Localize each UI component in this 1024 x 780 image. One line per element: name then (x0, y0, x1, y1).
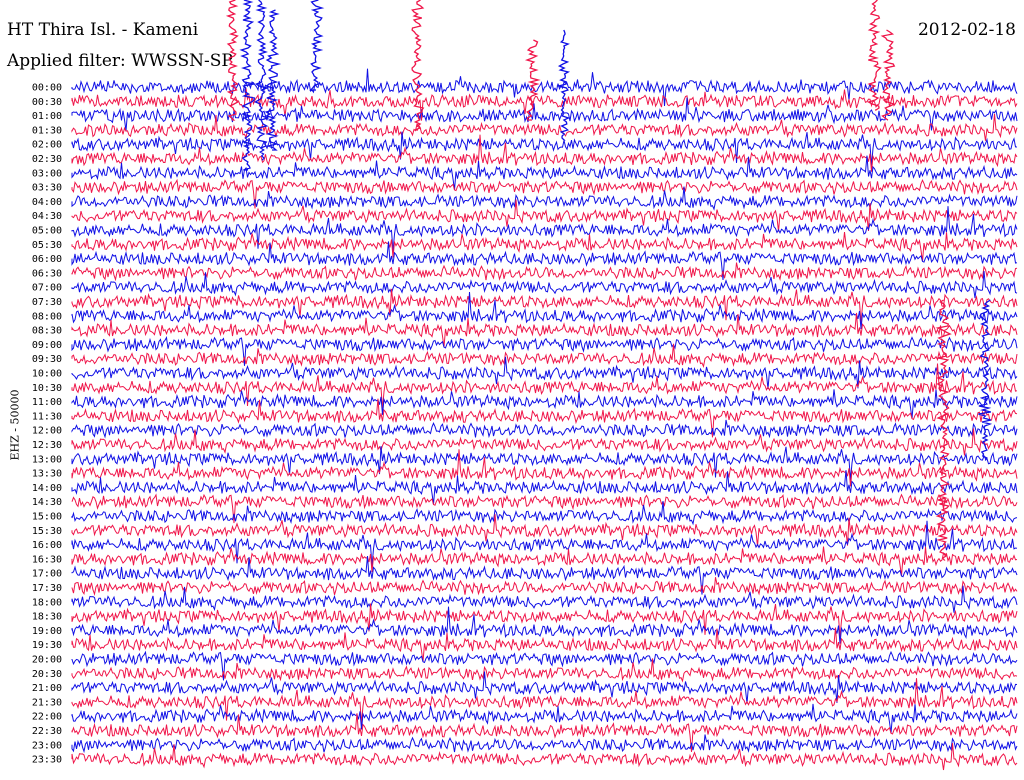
time-tick-label: 09:00 (32, 340, 62, 351)
time-tick-label: 14:30 (32, 497, 62, 508)
time-tick-label: 00:30 (32, 97, 62, 108)
trace-line (71, 627, 1018, 662)
time-tick-label: 00:00 (32, 83, 62, 94)
trace-line (71, 742, 1018, 771)
time-tick-label: 11:30 (32, 411, 62, 422)
trace-line (71, 650, 1018, 681)
time-tick-label: 02:30 (32, 154, 62, 165)
time-tick-label: 06:30 (32, 268, 62, 279)
time-tick-label: 20:00 (32, 655, 62, 666)
trace-line (71, 734, 1018, 754)
time-tick-label: 16:30 (32, 554, 62, 565)
time-tick-label: 08:30 (32, 326, 62, 337)
time-tick-label: 10:00 (32, 369, 62, 380)
helicorder-plot: 00:00 00:30 01:00 01:30 02:00 02:30 03:00 03:30… (32, 0, 1018, 771)
time-tick-label: 17:00 (32, 569, 62, 580)
trace-line (71, 178, 1018, 209)
trace-line (71, 113, 1018, 141)
event-spike (978, 299, 993, 461)
time-tick-label: 13:30 (32, 469, 62, 480)
trace-line (71, 577, 1018, 596)
time-tick-label: 18:00 (32, 597, 62, 608)
time-tick-label: 07:00 (32, 283, 62, 294)
time-tick-label: 05:00 (32, 226, 62, 237)
time-tick-label: 22:00 (32, 712, 62, 723)
time-tick-label: 21:30 (32, 697, 62, 708)
time-tick-label: 03:30 (32, 183, 62, 194)
trace-line (71, 343, 1018, 369)
time-tick-label: 02:00 (32, 140, 62, 151)
event-spike (309, 0, 325, 91)
time-tick-label: 17:30 (32, 583, 62, 594)
time-tick-label: 13:00 (32, 454, 62, 465)
event-spike (866, 0, 882, 111)
time-tick-label: 04:00 (32, 197, 62, 208)
time-tick-label: 08:00 (32, 311, 62, 322)
trace-line (71, 291, 1018, 330)
time-tick-label: 15:00 (32, 512, 62, 523)
event-spike (935, 299, 952, 561)
time-tick-label: 23:30 (32, 755, 62, 766)
time-tick-label: 06:00 (32, 254, 62, 265)
trace-line (71, 419, 1018, 439)
time-tick-label: 03:00 (32, 168, 62, 179)
time-tick-label: 22:30 (32, 726, 62, 737)
time-tick-label: 23:00 (32, 740, 62, 751)
trace-line (71, 428, 1018, 456)
time-tick-label: 04:30 (32, 211, 62, 222)
time-tick-label: 10:30 (32, 383, 62, 394)
event-spike (880, 29, 896, 121)
time-tick-label: 19:00 (32, 626, 62, 637)
trace-line (71, 186, 1018, 211)
trace-line (71, 546, 1018, 577)
time-tick-label: 12:30 (32, 440, 62, 451)
trace-line (71, 199, 1018, 232)
trace-line (71, 606, 1018, 644)
time-tick-label: 18:30 (32, 612, 62, 623)
time-tick-label: 16:00 (32, 540, 62, 551)
time-tick-label: 05:30 (32, 240, 62, 251)
time-tick-label: 15:30 (32, 526, 62, 537)
trace-line (71, 389, 1018, 419)
time-tick-label: 01:30 (32, 125, 62, 136)
event-spike (253, 0, 270, 161)
time-tick-label: 21:00 (32, 683, 62, 694)
time-tick-label: 09:30 (32, 354, 62, 365)
tick-label-group: 00:00 00:30 01:00 01:30 02:00 02:30 03:00 03:30… (32, 83, 62, 766)
time-tick-label: 20:30 (32, 669, 62, 680)
event-spike (524, 39, 541, 121)
trace-line (71, 658, 1018, 683)
time-tick-label: 11:00 (32, 397, 62, 408)
trace-line (71, 449, 1018, 487)
trace-group (71, 0, 1018, 771)
time-tick-label: 01:00 (32, 111, 62, 122)
time-tick-label: 12:00 (32, 426, 62, 437)
time-tick-label: 19:30 (32, 640, 62, 651)
event-spike (411, 0, 425, 131)
time-tick-label: 14:00 (32, 483, 62, 494)
time-tick-label: 07:30 (32, 297, 62, 308)
trace-line (71, 501, 1018, 526)
trace-line (71, 262, 1018, 282)
event-spike (556, 29, 571, 141)
